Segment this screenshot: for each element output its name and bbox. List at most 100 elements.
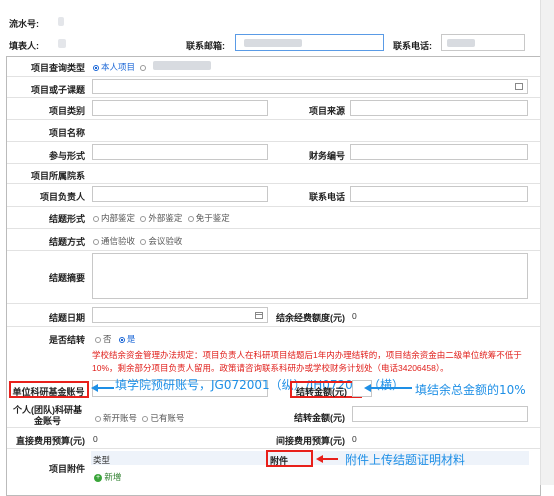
radio-meeting[interactable] [140,238,147,245]
transfer-amount2-field[interactable] [352,406,528,422]
project-source-label: 项目来源 [308,106,345,116]
carryover-label: 是否结转 [48,335,85,345]
attach-type-header: 类型 [93,455,111,465]
amount-hint-annotation: 填结余总金额的10% [415,383,526,397]
summary-label: 结题摘要 [48,273,85,283]
radio-new-account[interactable] [95,415,101,422]
filler-label: 填表人: [9,41,39,51]
email-label: 联系邮箱: [186,41,225,51]
contact-phone-field[interactable] [350,186,528,202]
divider [7,326,540,327]
divider [7,448,540,449]
leader-label: 项目负责人 [39,192,85,202]
serial-label: 流水号: [9,19,39,29]
participation-label: 参与形式 [48,151,85,161]
finance-no-label: 财务编号 [308,151,345,161]
divider [7,163,540,164]
radio-internal[interactable] [93,215,99,222]
vertical-scrollbar[interactable] [540,0,554,485]
subproject-field[interactable] [92,79,528,94]
list-icon[interactable] [515,83,523,90]
query-type-option-own: 本人项目 [101,62,136,72]
carryover-radio-group[interactable]: 否 是 [95,333,135,345]
attachment-hint-annotation: 附件上传结题证明材料 [345,453,466,467]
divider [7,303,540,304]
option-correspondence: 通信验收 [101,236,136,246]
project-category-label: 项目类别 [48,106,85,116]
divider [7,206,540,207]
leader-field[interactable] [92,186,268,202]
divider [7,250,540,251]
option-new-account: 新开账号 [103,413,138,423]
radio-exempt[interactable] [187,215,194,222]
radio-carryover-no[interactable] [95,336,101,343]
contact-phone-label: 联系电话 [308,192,345,202]
query-type-label: 项目查询类型 [30,63,85,73]
department-label: 项目所属院系 [30,171,85,181]
email-field[interactable] [235,34,384,51]
option-no: 否 [103,334,112,344]
add-label: 新增 [104,472,122,482]
project-source-field[interactable] [350,100,528,116]
attach-header: 附件 [270,456,289,466]
indirect-budget-label: 间接费用预算(元) [276,436,345,446]
end-date-label: 结题日期 [48,313,85,323]
radio-other[interactable] [140,64,147,71]
conclusion-form-label: 结题形式 [48,214,85,224]
project-category-field[interactable] [92,100,268,116]
radio-correspondence[interactable] [93,238,99,245]
direct-budget-label: 直接费用预算(元) [16,436,85,446]
calendar-icon[interactable] [255,312,263,319]
unit-account-label: 单位科研基金账号 [12,387,85,397]
balance-value: 0 [352,311,357,321]
plus-icon: + [94,473,102,482]
project-name-label: 项目名称 [48,128,85,138]
divider [7,76,540,77]
end-date-field[interactable] [92,307,268,323]
option-internal: 内部鉴定 [101,213,136,223]
add-attachment-button[interactable]: + 新增 [94,471,121,483]
divider [7,183,540,184]
option-yes: 是 [126,334,136,344]
radio-own-project[interactable] [93,64,99,71]
arrow-line [370,387,412,389]
transfer-amount-label: 结转金额(元) [296,387,347,397]
participation-field[interactable] [92,144,268,160]
arrow-line [322,458,338,460]
attachment-label: 项目附件 [48,464,85,474]
divider [7,427,540,428]
radio-external[interactable] [140,215,147,222]
divider [7,228,540,229]
serial-value-redacted [58,17,64,26]
direct-budget-value: 0 [93,434,98,444]
policy-note: 学校结余资金管理办法规定：项目负责人在科研项目结题后1年内办理结转的，项目结余资… [92,350,522,373]
radio-existing-account[interactable] [142,415,149,422]
divider [7,97,540,98]
option-meeting: 会议验收 [148,236,183,246]
filler-value-redacted [58,39,66,48]
divider [7,141,540,142]
conclusion-method-label: 结题方式 [48,237,85,247]
divider [7,119,540,120]
conclusion-form-radio-group[interactable]: 内部鉴定 外部鉴定 免于鉴定 [93,212,230,224]
option-existing-account: 已有账号 [150,413,185,423]
finance-no-field[interactable] [350,144,528,160]
personal-account-label: 个人(团队)科研基金账号 [13,405,82,426]
balance-label: 结余经费额度(元) [276,313,345,323]
option-external: 外部鉴定 [148,213,183,223]
indirect-budget-value: 0 [352,434,357,444]
radio-carryover-yes[interactable] [118,336,125,343]
subproject-label: 项目或子课题 [30,85,85,95]
arrow-line [97,387,114,389]
option-exempt: 免于鉴定 [195,213,230,223]
phone-label: 联系电话: [393,41,432,51]
email-value-redacted [244,39,302,47]
phone-value-redacted [447,39,475,47]
summary-textarea[interactable] [92,253,528,299]
phone-field[interactable] [441,34,525,51]
personal-account-radio-group[interactable]: 新开账号 已有账号 [95,412,184,424]
query-type-redacted [153,61,211,70]
conclusion-method-radio-group[interactable]: 通信验收 会议验收 [93,235,182,247]
query-type-radio-group[interactable]: 本人项目 [93,61,148,73]
transfer-amount2-label: 结转金额(元) [294,413,345,423]
